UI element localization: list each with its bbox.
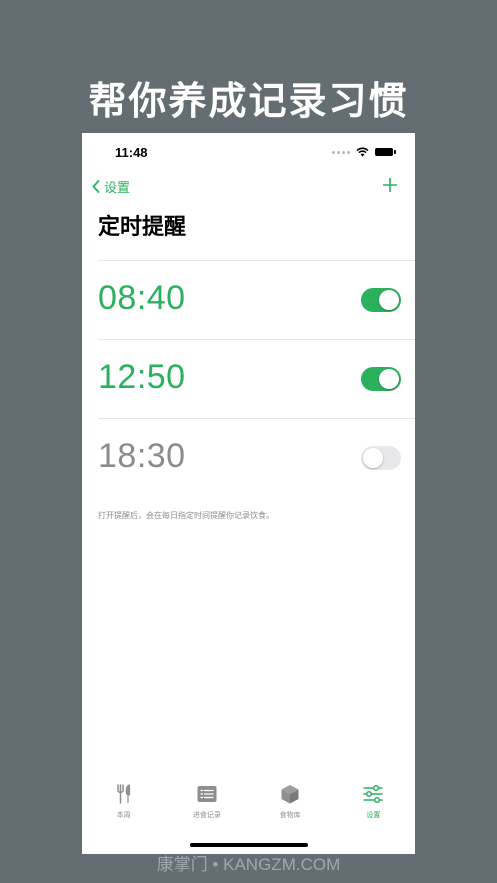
reminder-toggle[interactable] <box>361 446 401 470</box>
chevron-left-icon <box>92 180 100 193</box>
toggle-knob <box>363 448 383 468</box>
home-indicator <box>190 843 308 847</box>
reminder-hint-text: 打开提醒后，会在每日指定时间提醒你记录饮食。 <box>98 511 274 520</box>
reminder-time: 08:40 <box>98 279 186 317</box>
tab-label: 本周 <box>116 811 131 819</box>
fork-knife-icon <box>116 784 130 804</box>
plus-icon <box>382 177 398 193</box>
back-button-label: 设置 <box>104 181 131 196</box>
battery-icon <box>375 148 396 156</box>
toggle-knob <box>379 290 399 310</box>
tab-settings[interactable]: 设置 <box>332 783 415 833</box>
tab-label: 食物库 <box>279 811 301 819</box>
phone-screen: 11:48 设置 定时提醒 08:40 12:50 18:30 打开提醒后，会在… <box>82 133 415 854</box>
reminder-row[interactable]: 18:30 <box>82 419 415 497</box>
reminder-toggle[interactable] <box>361 367 401 391</box>
back-button[interactable]: 设置 <box>92 177 130 196</box>
page-title: 定时提醒 <box>98 215 187 240</box>
toggle-knob <box>379 369 399 389</box>
reminder-time: 12:50 <box>98 358 186 396</box>
reminder-row[interactable]: 12:50 <box>82 340 415 418</box>
tab-bar: 本周 进食记录 食物库 设置 <box>82 783 415 833</box>
reminder-time: 18:30 <box>98 437 186 475</box>
watermark-text: 康掌门 • KANGZM.COM <box>156 855 341 874</box>
box-icon <box>281 785 299 804</box>
cellular-signal-icon <box>332 150 350 154</box>
wifi-icon <box>356 147 369 157</box>
status-bar-time: 11:48 <box>115 145 148 160</box>
tab-label: 设置 <box>366 811 381 819</box>
tab-food-library[interactable]: 食物库 <box>249 783 332 833</box>
add-reminder-button[interactable] <box>382 177 398 196</box>
tab-this-week[interactable]: 本周 <box>82 783 165 833</box>
status-bar-indicators <box>332 147 396 157</box>
reminder-row[interactable]: 08:40 <box>82 261 415 339</box>
tab-meal-log[interactable]: 进食记录 <box>165 783 248 833</box>
reminder-toggle[interactable] <box>361 288 401 312</box>
promo-headline: 帮你养成记录习惯 <box>88 79 409 123</box>
tab-label: 进食记录 <box>192 811 221 819</box>
list-icon <box>197 786 217 802</box>
sliders-icon <box>363 784 384 804</box>
